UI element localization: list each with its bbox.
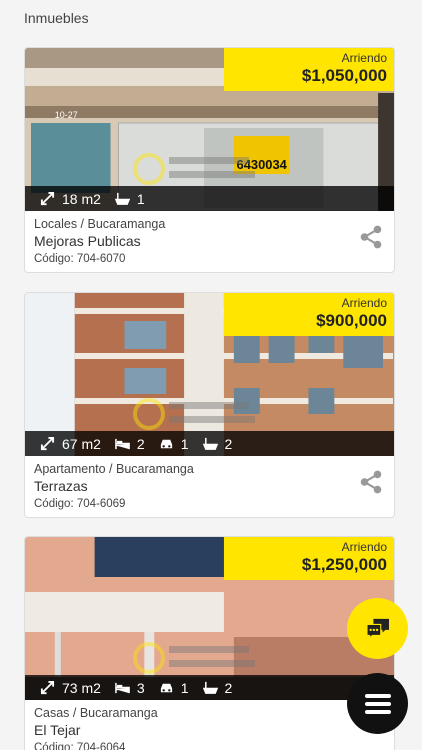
bath-icon [202, 437, 218, 450]
price-value: $1,050,000 [301, 66, 387, 85]
listing-info[interactable]: Casas / Bucaramanga El Tejar Código: 704… [25, 700, 394, 750]
bath-icon [114, 192, 131, 205]
listing-photo[interactable]: 6430034 10-27 Arriendo $1,050,000 18 m2 … [25, 48, 394, 211]
listing-code: Código: 704-6064 [34, 742, 126, 750]
area-value: 67 m2 [62, 435, 101, 452]
listing-card[interactable]: 6430034 10-27 Arriendo $1,050,000 18 m2 … [24, 47, 395, 273]
listing-card[interactable]: Arriendo $1,250,000 73 m2 3 1 2 Casas / … [24, 536, 395, 750]
section-title: Inmuebles [24, 10, 89, 26]
features-bar: 67 m2 2 1 2 [25, 431, 394, 456]
price-value: $900,000 [316, 311, 387, 330]
watermark-logo [133, 642, 255, 674]
area-icon [40, 680, 55, 695]
bath-feature: 2 [202, 435, 233, 452]
price-value: $1,250,000 [301, 555, 387, 574]
price-badge: Arriendo $1,050,000 [224, 48, 394, 91]
area-icon [40, 191, 55, 206]
chat-button[interactable] [347, 598, 408, 659]
bed-feature: 2 [114, 436, 145, 452]
bath-value: 1 [136, 190, 145, 207]
price-badge: Arriendo $900,000 [224, 293, 394, 336]
listing-info[interactable]: Locales / Bucaramanga Mejoras Publicas C… [25, 211, 394, 272]
chat-icon [365, 618, 389, 639]
area-value: 18 m2 [62, 190, 101, 207]
price-badge: Arriendo $1,250,000 [224, 537, 394, 580]
area-feature: 18 m2 [39, 191, 101, 207]
bath-feature: 1 [114, 191, 145, 207]
listing-card[interactable]: Arriendo $900,000 67 m2 2 1 2 Apartament… [24, 292, 395, 518]
listing-code: Código: 704-6070 [34, 253, 126, 265]
listing-photo[interactable]: Arriendo $900,000 67 m2 2 1 2 [25, 293, 394, 456]
bath-icon [202, 681, 218, 694]
price-type: Arriendo [341, 51, 387, 65]
bed-feature: 3 [114, 680, 145, 696]
listing-category: Apartamento / Bucaramanga [34, 462, 194, 476]
share-icon[interactable] [358, 224, 384, 250]
listing-info[interactable]: Apartamento / Bucaramanga Terrazas Códig… [25, 456, 394, 517]
menu-icon [364, 693, 391, 714]
menu-button[interactable] [347, 673, 408, 734]
watermark-logo [133, 153, 255, 185]
listing-name: El Tejar [34, 722, 81, 738]
features-bar: 18 m2 1 [25, 186, 394, 211]
parking-value: 1 [180, 679, 189, 696]
bath-value: 2 [224, 435, 233, 452]
listing-photo[interactable]: Arriendo $1,250,000 73 m2 3 1 2 [25, 537, 394, 700]
watermark-logo [133, 398, 255, 430]
area-feature: 67 m2 [39, 436, 101, 452]
bed-value: 2 [136, 435, 145, 452]
listing-name: Terrazas [34, 478, 88, 494]
area-value: 73 m2 [62, 679, 101, 696]
parking-value: 1 [180, 435, 189, 452]
area-icon [40, 436, 55, 451]
features-bar: 73 m2 3 1 2 [25, 675, 394, 700]
price-type: Arriendo [341, 296, 387, 310]
listing-name: Mejoras Publicas [34, 233, 141, 249]
share-icon[interactable] [358, 469, 384, 495]
listing-code: Código: 704-6069 [34, 498, 126, 510]
bath-value: 2 [224, 679, 233, 696]
car-icon [160, 439, 172, 449]
listing-category: Casas / Bucaramanga [34, 706, 158, 720]
svg-text:10-27: 10-27 [55, 110, 78, 120]
bed-icon [115, 682, 130, 694]
parking-feature: 1 [158, 436, 189, 452]
price-type: Arriendo [341, 540, 387, 554]
parking-feature: 1 [158, 680, 189, 696]
bed-icon [115, 438, 130, 450]
bed-value: 3 [136, 679, 145, 696]
area-feature: 73 m2 [39, 680, 101, 696]
car-icon [160, 683, 172, 693]
listing-category: Locales / Bucaramanga [34, 217, 166, 231]
bath-feature: 2 [202, 679, 233, 696]
